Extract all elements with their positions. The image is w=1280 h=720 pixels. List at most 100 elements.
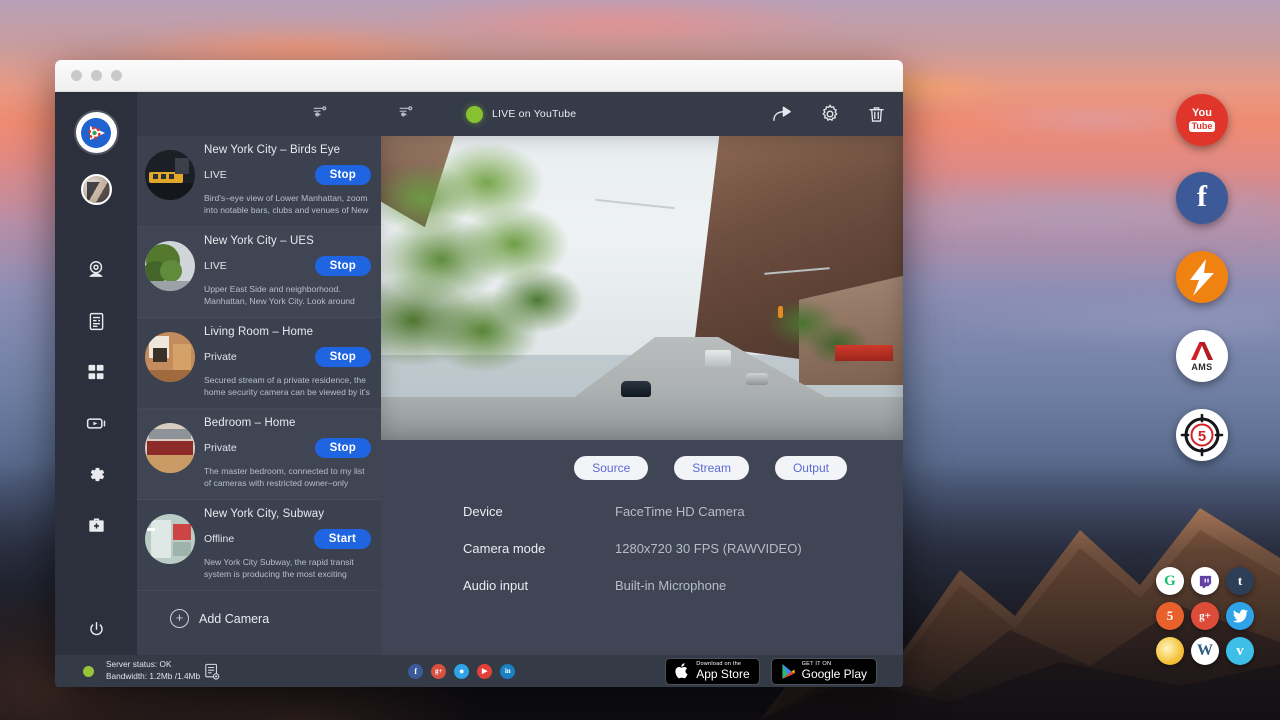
window-minimize-button[interactable] [91, 70, 102, 81]
sidebar-item-cameras[interactable] [69, 245, 123, 295]
sidebar-item-settings[interactable] [69, 449, 123, 499]
user-avatar[interactable] [81, 174, 112, 205]
twitch-icon[interactable] [1191, 567, 1219, 595]
spec-value[interactable]: FaceTime HD Camera [615, 504, 745, 519]
camera-thumbnail [145, 514, 195, 564]
camera-info: New York City – Birds Eye LIVE Stop Bird… [204, 144, 371, 217]
share-arrow-icon[interactable] [771, 103, 794, 126]
bandwidth-line: Bandwidth: 1.2Mb /1.4Mb [106, 671, 200, 683]
camera-status: Private [204, 351, 237, 363]
camera-status-row: LIVE Stop [204, 164, 371, 185]
youtube-icon[interactable]: ▶ [477, 664, 492, 679]
googleplus-icon[interactable]: g+ [431, 664, 446, 679]
spec-value[interactable]: Built-in Microphone [615, 578, 726, 593]
google-play-big: Google Play [802, 668, 867, 681]
camera-list-item[interactable]: Bedroom – Home Private Stop The master b… [137, 409, 381, 500]
camera-description: Secured stream of a private residence, t… [204, 374, 371, 399]
document-settings-icon[interactable] [204, 663, 220, 680]
spec-row: Audio input Built-in Microphone [463, 578, 903, 593]
youtube-desktop-icon[interactable]: You Tube [1176, 94, 1228, 146]
camera-name: Living Room – Home [204, 326, 371, 338]
google-play-badge[interactable]: GET IT ON Google Play [771, 658, 877, 685]
camera-list[interactable]: New York City – Birds Eye LIVE Stop Bird… [137, 136, 381, 687]
spec-label: Camera mode [463, 541, 615, 556]
video-vignette [381, 136, 903, 440]
svg-text:5: 5 [1198, 428, 1206, 445]
tab-stream[interactable]: Stream [674, 456, 749, 480]
camera-thumbnail [145, 332, 195, 382]
camera-list-item[interactable]: New York City – Birds Eye LIVE Stop Bird… [137, 136, 381, 227]
youtube-icon-text-bottom: Tube [1189, 121, 1216, 132]
sidebar-item-support[interactable] [69, 500, 123, 550]
googleplus-desktop-icon[interactable]: g+ [1191, 602, 1219, 630]
trash-icon[interactable] [866, 104, 887, 125]
camera-action-button[interactable]: Stop [315, 256, 371, 276]
app-window: New York City – Birds Eye LIVE Stop Bird… [55, 60, 903, 687]
camera-info: Bedroom – Home Private Stop The master b… [204, 417, 371, 490]
camera-description: Upper East Side and neighborhood. Manhat… [204, 283, 371, 308]
twitter-desktop-icon[interactable] [1226, 602, 1254, 630]
adobe-ams-desktop-icon[interactable]: AMS [1176, 330, 1228, 382]
camera-action-button[interactable]: Stop [315, 165, 371, 185]
ams-label: AMS [1191, 362, 1212, 372]
camera-action-button[interactable]: Stop [315, 347, 371, 367]
camera-thumbnail [145, 241, 195, 291]
power-icon[interactable] [69, 604, 123, 654]
window-maximize-button[interactable] [111, 70, 122, 81]
grammarly-icon[interactable]: G [1156, 567, 1184, 595]
camera-status-row: Private Stop [204, 437, 371, 458]
video-preview[interactable] [381, 136, 903, 440]
facebook-icon[interactable]: f [408, 664, 423, 679]
app-store-badge[interactable]: Download on the App Store [665, 658, 759, 685]
fiveten-icon[interactable]: 5 [1156, 602, 1184, 630]
camera-list-item[interactable]: New York City – UES LIVE Stop Upper East… [137, 227, 381, 318]
winamp-desktop-icon[interactable] [1176, 251, 1228, 303]
sidebar-item-logs[interactable] [69, 296, 123, 346]
camera-action-button[interactable]: Stop [315, 438, 371, 458]
store-badges: Download on the App Store GET IT ON Goog… [665, 658, 877, 685]
sidebar-item-dashboard[interactable] [69, 347, 123, 397]
window-close-button[interactable] [71, 70, 82, 81]
camera-name: New York City – UES [204, 235, 371, 247]
vimeo-icon[interactable]: v [1226, 637, 1254, 665]
tumblr-icon[interactable]: t [1226, 567, 1254, 595]
camera-status: LIVE [204, 260, 227, 272]
camera-status: Private [204, 442, 237, 454]
desktop: New York City – Birds Eye LIVE Stop Bird… [0, 0, 1280, 720]
camera-list-item[interactable]: Living Room – Home Private Stop Secured … [137, 318, 381, 409]
live-status-dot [466, 106, 483, 123]
camera-description: The master bedroom, connected to my list… [204, 465, 371, 490]
linkedin-icon[interactable]: in [500, 664, 515, 679]
camera-thumbnail [145, 423, 195, 473]
camera-action-button[interactable]: Start [314, 529, 371, 549]
camera-description: Bird's–eye view of Lower Manhattan, zoom… [204, 192, 371, 217]
facebook-desktop-icon[interactable]: f [1176, 172, 1228, 224]
gear-icon[interactable] [819, 103, 841, 125]
social-links: f g+ ● ▶ in [408, 664, 515, 679]
channel5-desktop-icon[interactable]: 5 [1176, 409, 1228, 461]
add-camera-button[interactable]: + Add Camera [137, 591, 381, 628]
spec-value[interactable]: 1280x720 30 FPS (RAWVIDEO) [615, 541, 802, 556]
filter-sort-icon-main[interactable] [397, 103, 415, 126]
spec-label: Device [463, 504, 615, 519]
sidebar-item-player[interactable] [69, 398, 123, 448]
play-triangle-icon [781, 663, 796, 680]
tab-source[interactable]: Source [574, 456, 648, 480]
twitter-icon[interactable]: ● [454, 664, 469, 679]
tab-output[interactable]: Output [775, 456, 847, 480]
app-store-big: App Store [696, 668, 749, 681]
wordpress-icon[interactable]: W [1191, 637, 1219, 665]
facebook-f-glyph: f [1197, 182, 1207, 212]
filter-sort-icon[interactable] [311, 103, 329, 126]
camera-info: Living Room – Home Private Stop Secured … [204, 326, 371, 399]
live-status-label: LIVE on YouTube [492, 108, 576, 120]
camera-description: New York City Subway, the rapid transit … [204, 556, 371, 581]
flickr-icon[interactable] [1156, 637, 1184, 665]
window-body: New York City – Birds Eye LIVE Stop Bird… [55, 92, 903, 687]
add-camera-label: Add Camera [199, 612, 269, 626]
settings-tabs: Source Stream Output [381, 440, 903, 480]
camera-list-toolbar [137, 92, 381, 136]
app-logo-play-icon[interactable] [76, 112, 117, 153]
server-status-text: Server status: OK Bandwidth: 1.2Mb /1.4M… [106, 659, 200, 683]
camera-list-item[interactable]: New York City, Subway Offline Start New … [137, 500, 381, 591]
